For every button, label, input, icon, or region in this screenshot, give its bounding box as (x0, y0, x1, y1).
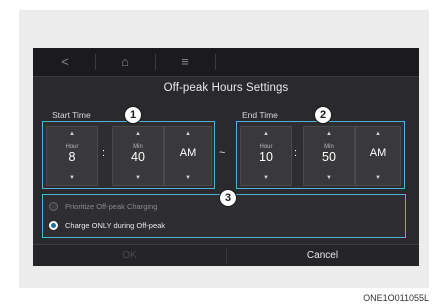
end-minute-spinner[interactable]: ▲ Min 50 ▼ (303, 126, 355, 186)
start-hour-value: 8 (68, 150, 76, 164)
back-icon[interactable]: < (37, 48, 93, 76)
arrow-up-icon[interactable]: ▲ (356, 131, 400, 137)
time-colon: : (294, 147, 298, 159)
end-time-box: ▲ Hour 10 ▼ : ▲ Min 50 ▼ ▲ AM ▼ (236, 121, 405, 189)
radio-unselected[interactable] (49, 202, 58, 211)
time-colon: : (102, 147, 106, 159)
top-nav-bar: < ⌂ ≡ (33, 48, 419, 77)
arrow-down-icon[interactable]: ▼ (47, 175, 97, 181)
option-label: Charge ONLY during Off-peak (65, 221, 166, 230)
nav-divider (215, 54, 216, 70)
infotainment-screen: < ⌂ ≡ Off-peak Hours Settings Start Time… (33, 48, 419, 266)
home-icon[interactable]: ⌂ (97, 48, 153, 76)
cancel-button[interactable]: Cancel (226, 245, 419, 266)
start-time-label: Start Time (52, 110, 91, 120)
end-minute-value: 50 (322, 150, 336, 164)
callout-marker-2: 2 (314, 106, 332, 124)
start-time-box: ▲ Hour 8 ▼ : ▲ Min 40 ▼ ▲ AM ▼ (42, 121, 215, 189)
arrow-down-icon[interactable]: ▼ (165, 175, 211, 181)
callout-marker-1: 1 (124, 106, 142, 124)
arrow-down-icon[interactable]: ▼ (113, 175, 163, 181)
arrow-up-icon[interactable]: ▲ (304, 131, 354, 137)
arrow-up-icon[interactable]: ▲ (113, 131, 163, 137)
bottom-button-bar: OK Cancel (33, 244, 419, 266)
start-minute-spinner[interactable]: ▲ Min 40 ▼ (112, 126, 164, 186)
option-label: Prioritize Off-peak Charging (65, 202, 158, 211)
arrow-down-icon[interactable]: ▼ (356, 175, 400, 181)
arrow-up-icon[interactable]: ▲ (47, 131, 97, 137)
arrow-up-icon[interactable]: ▲ (241, 131, 291, 137)
start-minute-value: 40 (131, 150, 145, 164)
nav-divider (155, 54, 156, 70)
end-hour-value: 10 (259, 150, 273, 164)
end-time-label: End Time (242, 110, 278, 120)
ok-button[interactable]: OK (33, 245, 226, 266)
figure-code: ONE1O011055L (363, 293, 429, 303)
arrow-down-icon[interactable]: ▼ (304, 175, 354, 181)
page-title: Off-peak Hours Settings (163, 82, 289, 94)
start-hour-spinner[interactable]: ▲ Hour 8 ▼ (46, 126, 98, 186)
callout-marker-3: 3 (219, 189, 237, 207)
menu-icon[interactable]: ≡ (157, 48, 213, 76)
radio-selected[interactable] (49, 221, 58, 230)
start-ampm-value: AM (179, 147, 197, 159)
arrow-down-icon[interactable]: ▼ (241, 175, 291, 181)
range-separator: ~ (219, 147, 226, 159)
nav-divider (95, 54, 96, 70)
end-ampm-spinner[interactable]: ▲ AM ▼ (355, 126, 401, 186)
end-ampm-value: AM (369, 147, 387, 159)
end-hour-spinner[interactable]: ▲ Hour 10 ▼ (240, 126, 292, 186)
arrow-up-icon[interactable]: ▲ (165, 131, 211, 137)
start-ampm-spinner[interactable]: ▲ AM ▼ (164, 126, 212, 186)
